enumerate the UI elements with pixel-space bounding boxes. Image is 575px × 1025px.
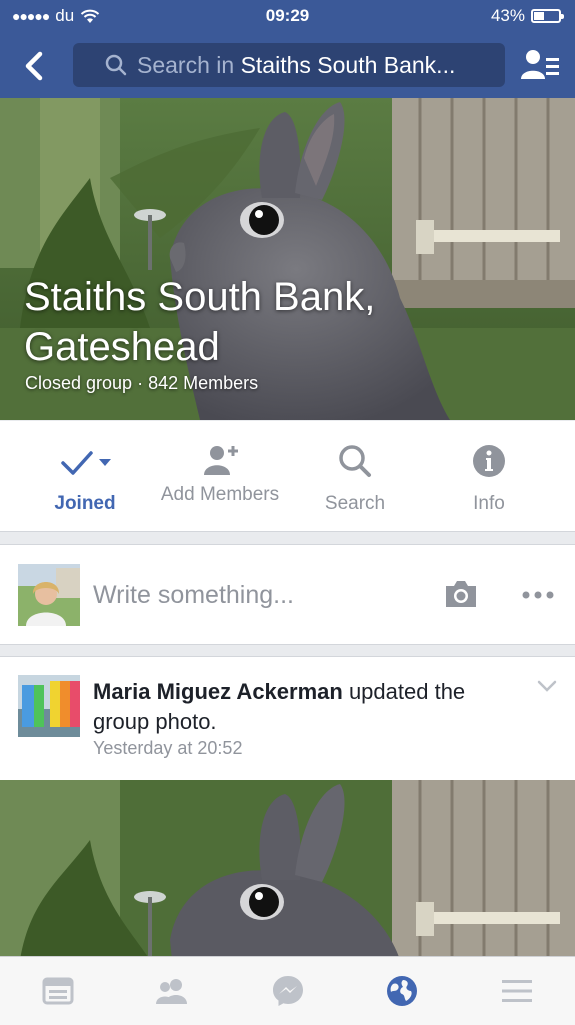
news-feed-icon xyxy=(42,977,74,1005)
post-photo[interactable] xyxy=(0,780,575,960)
globe-icon xyxy=(387,976,417,1006)
search-label: Search xyxy=(324,493,386,514)
composer: Write something... xyxy=(0,544,575,645)
add-members-label: Add Members xyxy=(160,484,280,505)
top-bar: ●●●●● du 09:29 43% Search in Staiths Sou… xyxy=(0,0,575,98)
search-icon xyxy=(339,445,371,477)
info-icon xyxy=(473,445,505,477)
tab-messenger[interactable] xyxy=(268,971,308,1011)
search-icon xyxy=(105,54,127,76)
avatar[interactable] xyxy=(18,564,80,626)
nav-bar: Search in Staiths South Bank... xyxy=(0,36,575,94)
battery-percent: 43% xyxy=(490,6,525,25)
group-title: Staiths South Bank, Gateshead xyxy=(24,275,376,369)
battery-icon xyxy=(531,9,564,23)
write-something-input[interactable]: Write something... xyxy=(93,581,294,610)
tab-news-feed[interactable] xyxy=(38,971,78,1011)
info-label: Info xyxy=(473,493,505,514)
post-author-name[interactable]: Maria Miguez Ackerman xyxy=(93,679,343,704)
group-actions: Joined Add Members Search Info xyxy=(0,421,575,532)
rabbit-photo xyxy=(0,780,575,960)
more-options-icon[interactable] xyxy=(520,583,556,607)
back-icon[interactable] xyxy=(18,48,54,84)
info-button[interactable]: Info xyxy=(422,421,556,531)
tab-groups[interactable] xyxy=(152,971,192,1011)
chevron-down-icon[interactable] xyxy=(536,679,558,693)
menu-icon xyxy=(502,980,532,1002)
groups-icon xyxy=(156,979,187,1004)
tab-menu[interactable] xyxy=(497,971,537,1011)
group-subtitle: Closed group · 842 Members xyxy=(25,373,259,393)
tab-bar xyxy=(0,956,575,1025)
group-search-input[interactable]: Search in Staiths South Bank... xyxy=(73,43,505,87)
post-author-avatar[interactable] xyxy=(18,675,80,737)
clock: 09:29 xyxy=(265,6,310,25)
post-timestamp[interactable]: Yesterday at 20:52 xyxy=(93,738,242,759)
members-list-icon[interactable] xyxy=(519,48,561,82)
user-avatar-image xyxy=(18,564,80,626)
status-bar: ●●●●● du 09:29 43% xyxy=(0,0,575,32)
add-members-button[interactable]: Add Members xyxy=(153,421,287,531)
cover-photo[interactable]: Staiths South Bank, Gateshead Closed gro… xyxy=(0,98,575,420)
search-group-button[interactable]: Search xyxy=(288,421,422,531)
tab-notifications[interactable] xyxy=(382,971,422,1011)
add-person-icon xyxy=(204,446,238,475)
post-headline: Maria Miguez Ackerman updated the group … xyxy=(93,677,513,737)
joined-label: Joined xyxy=(54,493,116,514)
camera-icon[interactable] xyxy=(443,579,479,609)
search-group-name: Staiths South Bank... xyxy=(240,51,456,78)
author-avatar-image xyxy=(18,675,80,737)
dropdown-caret-icon xyxy=(99,459,111,466)
joined-button[interactable]: Joined xyxy=(18,421,152,531)
search-prefix: Search in xyxy=(137,51,241,78)
messenger-icon xyxy=(273,976,303,1006)
checkmark-icon xyxy=(61,451,111,475)
